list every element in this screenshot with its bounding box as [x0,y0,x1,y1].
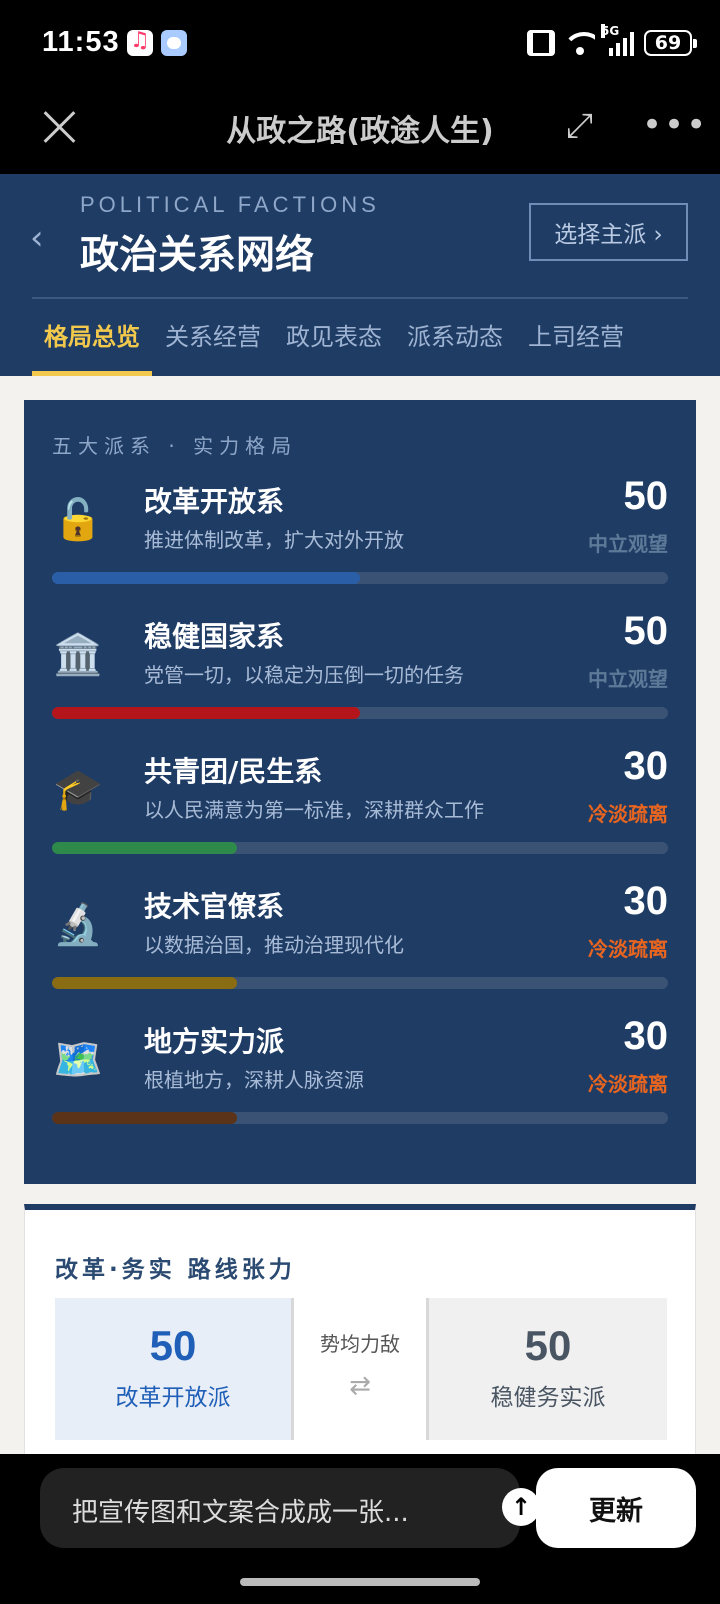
faction-progress-fill [52,1112,237,1124]
faction-status: 冷淡疏离 [588,802,668,826]
vibrate-icon [527,30,555,56]
page-header: ‹ POLITICAL FACTIONS 政治关系网络 选择主派 › 格局总览 … [0,174,720,376]
more-options-icon[interactable]: ••• [642,108,708,142]
faction-progress-fill [52,572,360,584]
network-type: 5G [601,24,620,38]
app-title: 从政之路(政途人生) [226,114,494,149]
pragmatic-value: 50 [524,1322,572,1369]
faction-status: 冷淡疏离 [588,937,668,961]
faction-description: 以人民满意为第一标准，深耕群众工作 [144,798,484,822]
music-app-icon [127,28,153,56]
home-indicator[interactable] [240,1578,480,1586]
page-title: 政治关系网络 [80,233,315,278]
faction-row[interactable]: 🏛️ 稳健国家系 党管一切，以稳定为压倒一切的任务 50 中立观望 [52,609,668,735]
world-map-icon: 🗺️ [53,1037,103,1083]
status-time: 11:53 [42,26,120,58]
reform-label: 改革开放派 [115,1385,231,1411]
microscope-icon: 🔬 [53,902,103,948]
tension-card-subtitle: 改革·务实 路线张力 [55,1257,296,1283]
faction-progress-track [52,572,668,584]
prompt-text: 把宣传图和文案合成成一张... [72,1498,409,1528]
faction-name: 共青团/民生系 [144,755,323,788]
prompt-input[interactable]: 把宣传图和文案合成成一张... ↑ [40,1468,540,1548]
faction-status: 冷淡疏离 [588,1072,668,1096]
select-faction-button[interactable]: 选择主派 › [529,203,688,261]
factions-card: 五大派系 · 实力格局 🔓 改革开放系 推进体制改革，扩大对外开放 50 中立观… [24,400,696,1184]
faction-row[interactable]: 🗺️ 地方实力派 根植地方，深耕人脉资源 30 冷淡疏离 [52,1014,668,1140]
balance-indicator: 势均力敌 ⇄ [291,1298,429,1440]
faction-name: 地方实力派 [144,1025,285,1058]
faction-progress-fill [52,842,237,854]
tab-relationships[interactable]: 关系经营 [153,302,273,376]
faction-description: 推进体制改革，扩大对外开放 [144,528,404,552]
faction-description: 以数据治国，推动治理现代化 [144,933,404,957]
update-button[interactable]: 更新 [536,1468,696,1548]
expand-icon[interactable]: ⤢ [566,106,593,146]
faction-status: 中立观望 [588,667,668,691]
faction-progress-fill [52,707,360,719]
tab-faction-news[interactable]: 派系动态 [395,302,515,376]
reform-value: 50 [149,1322,197,1369]
faction-value: 50 [623,474,669,518]
balance-label: 势均力敌 [320,1332,400,1356]
faction-value: 50 [623,609,669,653]
send-arrow-icon[interactable]: ↑ [502,1488,540,1526]
factions-card-subtitle: 五大派系 · 实力格局 [52,434,298,458]
assistant-app-icon [161,30,187,56]
faction-value: 30 [623,879,669,923]
faction-description: 党管一切，以稳定为压倒一切的任务 [144,663,464,687]
faction-progress-track [52,842,668,854]
cellular-signal-icon: 5G [601,24,634,56]
faction-value: 30 [623,1014,669,1058]
faction-progress-track [52,977,668,989]
faction-value: 30 [623,744,669,788]
bottom-input-bar: 把宣传图和文案合成成一张... ↑ 更新 [0,1454,720,1604]
wifi-icon [565,30,595,56]
pragmatic-label: 稳健务实派 [490,1385,606,1411]
faction-description: 根植地方，深耕人脉资源 [144,1068,364,1092]
tab-bar: 格局总览 关系经营 政见表态 派系动态 上司经营 [32,302,688,376]
tab-superior[interactable]: 上司经营 [516,302,636,376]
faction-name: 稳健国家系 [144,620,285,653]
battery-indicator: 69 [644,30,697,56]
faction-name: 改革开放系 [144,485,285,518]
faction-row[interactable]: 🔬 技术官僚系 以数据治国，推动治理现代化 30 冷淡疏离 [52,879,668,1005]
classical-building-icon: 🏛️ [53,632,103,678]
faction-row[interactable]: 🎓 共青团/民生系 以人民满意为第一标准，深耕群众工作 30 冷淡疏离 [52,744,668,870]
faction-name: 技术官僚系 [144,890,285,923]
reform-side-panel[interactable]: 50 改革开放派 [55,1298,291,1440]
header-divider [32,297,688,299]
faction-status: 中立观望 [588,532,668,556]
status-bar: 11:53 5G 69 [0,0,720,86]
app-title-bar: 从政之路(政途人生) ⤢ ••• [0,86,720,174]
back-chevron-icon[interactable]: ‹ [30,218,44,258]
faction-progress-track [52,1112,668,1124]
faction-progress-fill [52,977,237,989]
unlocked-padlock-icon: 🔓 [53,497,103,543]
faction-row[interactable]: 🔓 改革开放系 推进体制改革，扩大对外开放 50 中立观望 [52,474,668,600]
tab-overview[interactable]: 格局总览 [32,302,152,376]
pragmatic-side-panel[interactable]: 50 稳健务实派 [429,1298,667,1440]
header-eyebrow: POLITICAL FACTIONS [80,192,380,217]
faction-progress-track [52,707,668,719]
graduation-cap-icon: 🎓 [53,767,103,813]
tab-policy-stance[interactable]: 政见表态 [274,302,394,376]
swap-arrows-icon: ⇄ [349,1371,371,1401]
